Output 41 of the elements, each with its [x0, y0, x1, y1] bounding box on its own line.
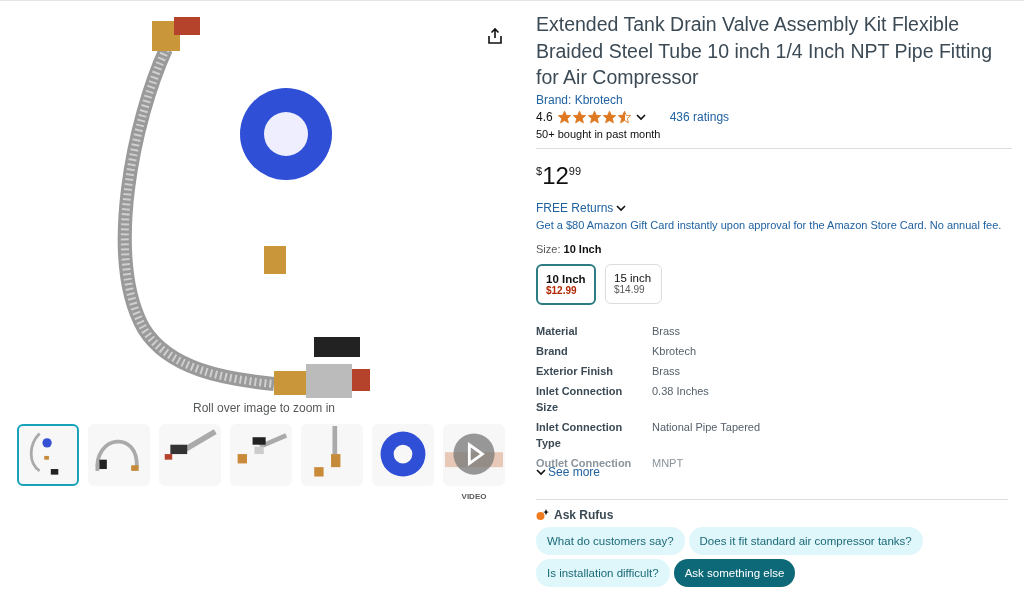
question-chip[interactable]: Does it fit standard air compressor tanks?: [688, 526, 923, 555]
spec-label: Exterior Finish: [536, 363, 615, 379]
video-thumbnail[interactable]: [443, 424, 505, 486]
spec-value: Brass: [652, 323, 682, 335]
chevron-down-icon: [616, 203, 627, 212]
brand-link[interactable]: Brand: Kbrotech: [536, 92, 623, 107]
size-label: Size: 10 Inch: [536, 242, 603, 255]
chevron-down-icon: [635, 112, 646, 121]
spec-value: Brass: [652, 363, 682, 375]
size-option[interactable]: 10 Inch $12.99: [536, 263, 596, 305]
size-option[interactable]: 15 inch $14.99: [605, 263, 662, 304]
spec-label: Material: [536, 323, 579, 339]
product-thumbnail[interactable]: [159, 424, 221, 486]
share-icon[interactable]: [486, 27, 504, 45]
chevron-down-icon: [536, 467, 546, 476]
spec-value: Kbrotech: [652, 343, 698, 355]
spec-label: Brand: [536, 343, 569, 359]
bought-count: 50+ bought in past month: [536, 127, 662, 140]
spec-value: 0.38 Inches: [652, 383, 710, 395]
spec-label: Outlet Connection: [536, 455, 633, 465]
product-thumbnail[interactable]: [17, 424, 79, 486]
ratings-link[interactable]: 436 ratings: [669, 109, 730, 124]
spec-label: Inlet Connection Type: [536, 419, 624, 451]
zoom-hint: Roll over image to zoom in: [192, 401, 336, 415]
product-thumbnail[interactable]: [230, 424, 292, 486]
ask-button[interactable]: Ask something else: [673, 558, 796, 587]
rufus-title: Ask Rufus: [554, 507, 614, 522]
question-chip[interactable]: Is installation difficult?: [536, 558, 670, 587]
spec-value: MNPT: [652, 455, 685, 467]
product-thumbnail[interactable]: [301, 424, 363, 486]
product-title: Extended Tank Drain Valve Assembly Kit Flexible Braided Steel Tube 10 inch 1/4 Inch NPT Pipe Fitting for Air Compressor: [536, 12, 993, 90]
spec-value: National Pipe Tapered: [652, 419, 762, 431]
gift-card-offer-link[interactable]: Get a $80 Amazon Gift Card instantly upon approval for the Amazon Store Card. No annual fee.: [536, 218, 1012, 231]
sparkle-bubble-icon: [536, 508, 549, 521]
spec-label: Inlet Connection Size: [536, 383, 624, 415]
product-thumbnail[interactable]: [88, 424, 150, 486]
video-label: VIDEO: [461, 492, 487, 501]
product-thumbnail[interactable]: [372, 424, 434, 486]
question-chip[interactable]: What do customers say?: [536, 526, 685, 555]
free-returns-link[interactable]: FREE Returns: [536, 200, 627, 215]
rating-value: 4.6: [536, 109, 553, 124]
